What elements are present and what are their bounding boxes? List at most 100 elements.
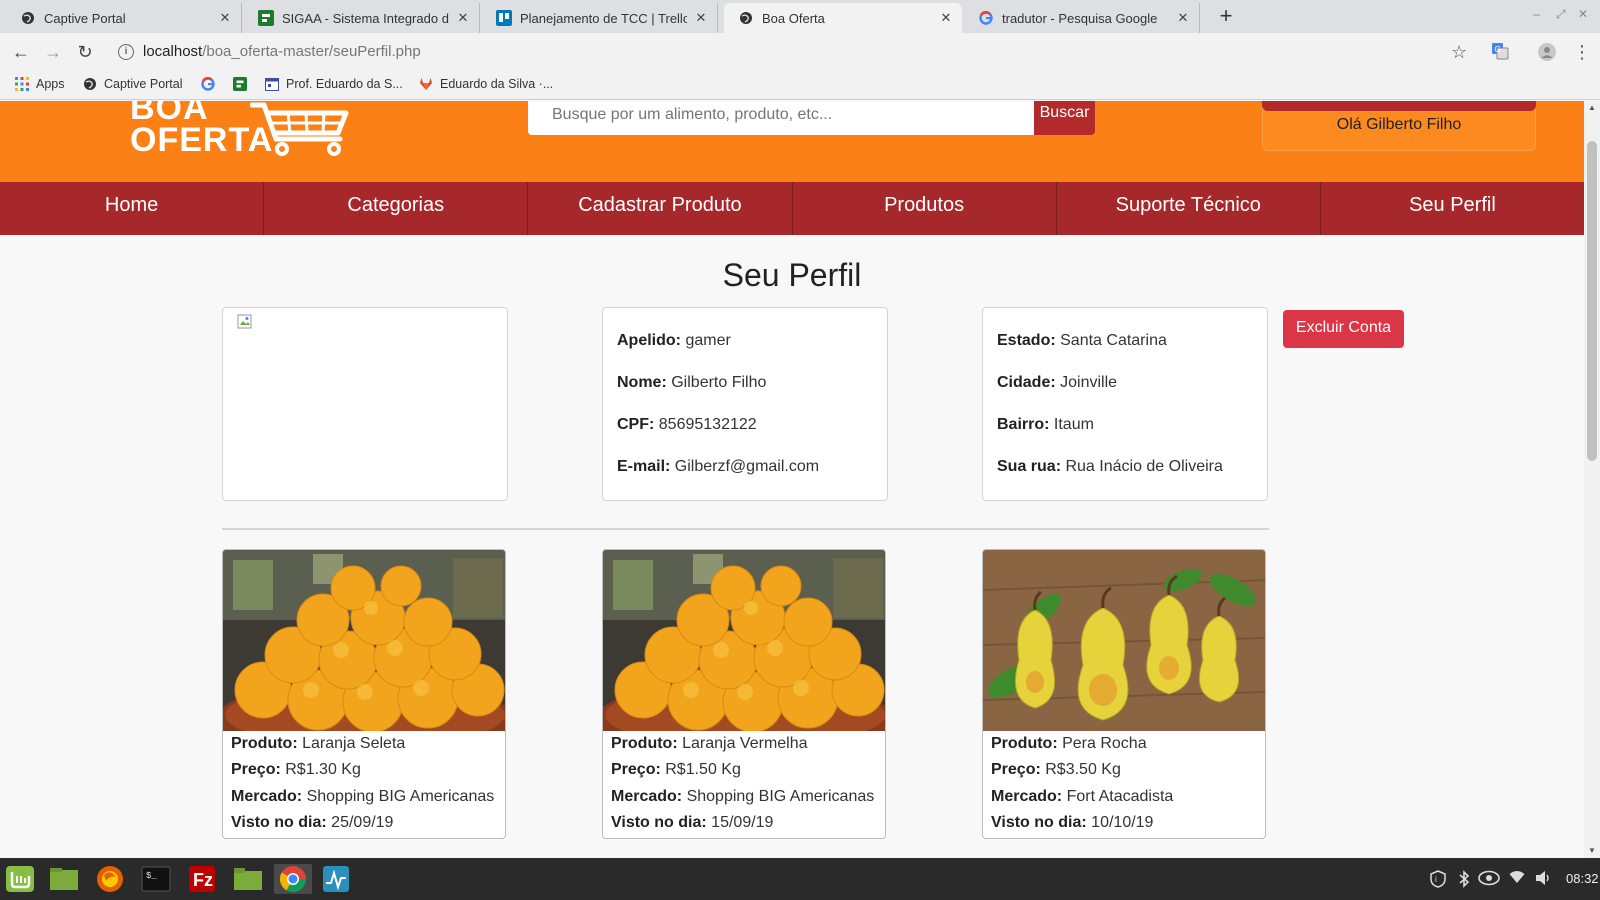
- svg-text:$_: $_: [146, 871, 157, 881]
- product-price-value: R$3.50 Kg: [1045, 761, 1121, 778]
- bookmark-google[interactable]: [200, 76, 222, 92]
- product-seen-date: Visto no dia: 15/09/19: [611, 814, 773, 832]
- product-card[interactable]: Produto: Laranja Seleta Preço: R$1.30 Kg…: [222, 549, 506, 839]
- tab-boa-oferta[interactable]: Boa Oferta ✕: [724, 3, 962, 33]
- translate-icon[interactable]: G: [1491, 42, 1509, 65]
- page-title: Seu Perfil: [722, 257, 862, 293]
- volume-icon[interactable]: [1535, 870, 1553, 889]
- bookmark-prof-eduardo[interactable]: Prof. Eduardo da S...: [264, 76, 403, 92]
- search-button[interactable]: Buscar: [1034, 101, 1095, 135]
- show-desktop-icon[interactable]: [48, 864, 80, 894]
- personal-info-card: Apelido: gamer Nome: Gilberto Filho CPF:…: [602, 307, 888, 501]
- tab-trello[interactable]: Planejamento de TCC | Trello ✕: [482, 3, 718, 33]
- info-label: CPF:: [617, 416, 655, 433]
- calendar-icon: [264, 76, 280, 92]
- close-icon[interactable]: ✕: [938, 10, 954, 26]
- menu-kebab-icon[interactable]: ⋮: [1573, 42, 1591, 63]
- wifi-icon[interactable]: [1509, 870, 1525, 887]
- tab-google[interactable]: tradutor - Pesquisa Google ✕: [964, 3, 1200, 33]
- bookmarks-bar: Apps Captive Portal Prof. Eduardo da S..…: [0, 70, 1600, 100]
- info-value: Rua Inácio de Oliveira: [1065, 458, 1223, 475]
- mint-menu-icon[interactable]: [4, 864, 36, 894]
- taskbar: $_ Fz i 08:32: [0, 858, 1600, 900]
- nav-item-seu-perfil[interactable]: Seu Perfil: [1321, 182, 1584, 235]
- product-name-label: Produto:: [231, 735, 298, 752]
- redshift-eye-icon[interactable]: [1478, 870, 1500, 889]
- bookmark-captive-portal[interactable]: Captive Portal: [82, 76, 183, 92]
- system-monitor-icon[interactable]: [320, 864, 352, 894]
- terminal-icon[interactable]: $_: [140, 864, 172, 894]
- nav-item-cadastrar-produto[interactable]: Cadastrar Produto: [528, 182, 793, 235]
- product-price-value: R$1.30 Kg: [285, 761, 361, 778]
- info-label: Nome:: [617, 374, 667, 391]
- minimize-icon[interactable]: –: [1533, 7, 1540, 21]
- bluetooth-icon[interactable]: [1458, 870, 1470, 891]
- product-seen-date: Visto no dia: 10/10/19: [991, 814, 1153, 832]
- scroll-down-icon[interactable]: ▼: [1588, 846, 1596, 855]
- info-value: Itaum: [1053, 416, 1094, 433]
- tab-captive-portal[interactable]: Captive Portal ✕: [6, 3, 242, 33]
- close-icon[interactable]: ✕: [217, 10, 233, 26]
- svg-text:i: i: [1435, 875, 1437, 884]
- firefox-icon[interactable]: [94, 864, 126, 894]
- product-market-label: Mercado:: [991, 788, 1063, 805]
- close-icon[interactable]: ✕: [1175, 10, 1191, 26]
- forward-icon[interactable]: →: [42, 41, 64, 63]
- info-value: 85695132122: [658, 416, 757, 433]
- page-scrollbar[interactable]: ▲ ▼: [1584, 101, 1600, 858]
- main-nav: Home Categorias Cadastrar Produto Produt…: [0, 182, 1584, 235]
- site-header: BOA OFERTA Busc: [0, 101, 1584, 182]
- product-image-oranges: [223, 550, 505, 731]
- product-seen-value: 15/09/19: [711, 814, 774, 831]
- info-label: Estado:: [997, 332, 1056, 349]
- back-icon[interactable]: ←: [10, 41, 32, 63]
- site-info-icon[interactable]: i: [118, 44, 134, 60]
- nav-item-produtos[interactable]: Produtos: [793, 182, 1057, 235]
- delete-account-button[interactable]: Excluir Conta: [1283, 310, 1404, 348]
- restore-icon[interactable]: ⤢: [1556, 7, 1566, 22]
- reload-icon[interactable]: ↻: [74, 41, 96, 63]
- info-label: E-mail:: [617, 458, 671, 475]
- product-card[interactable]: Produto: Pera Rocha Preço: R$3.50 Kg Mer…: [982, 549, 1266, 839]
- shield-icon[interactable]: i: [1430, 870, 1446, 891]
- page-viewport: BOA OFERTA Busc: [0, 101, 1584, 858]
- filezilla-icon[interactable]: Fz: [186, 864, 218, 894]
- nav-item-home[interactable]: Home: [0, 182, 265, 235]
- bookmark-eduardo-gitlab[interactable]: Eduardo da Silva ·...: [418, 76, 553, 92]
- chrome-icon[interactable]: [274, 864, 312, 894]
- boa-oferta-logo[interactable]: BOA OFERTA: [130, 101, 360, 161]
- product-seen-date: Visto no dia: 25/09/19: [231, 814, 393, 832]
- files-icon[interactable]: [232, 864, 264, 894]
- tab-label: Planejamento de TCC | Trello: [520, 10, 687, 26]
- info-label: Cidade:: [997, 374, 1056, 391]
- globe-icon: [20, 10, 36, 26]
- info-cidade: Cidade: Joinville: [997, 374, 1117, 392]
- close-icon[interactable]: ✕: [693, 10, 709, 26]
- info-value: Gilberzf@gmail.com: [674, 458, 820, 475]
- tab-sigaa[interactable]: SIGAA - Sistema Integrado de G ✕: [244, 3, 480, 33]
- sigaa-icon: [258, 10, 274, 26]
- scroll-up-icon[interactable]: ▲: [1588, 103, 1596, 112]
- bookmark-star-icon[interactable]: ☆: [1451, 42, 1467, 63]
- search-input[interactable]: [528, 101, 1034, 135]
- google-icon: [200, 76, 216, 92]
- scrollbar-thumb[interactable]: [1587, 141, 1597, 461]
- profile-icon[interactable]: [1537, 42, 1557, 67]
- nav-item-suporte-tecnico[interactable]: Suporte Técnico: [1057, 182, 1321, 235]
- close-icon[interactable]: ✕: [455, 10, 471, 26]
- bookmark-sigaa[interactable]: [232, 76, 254, 92]
- taskbar-clock[interactable]: 08:32: [1566, 871, 1599, 886]
- tab-label: Boa Oferta: [762, 10, 825, 26]
- svg-text:G: G: [1495, 45, 1501, 54]
- bookmark-label: Prof. Eduardo da S...: [286, 77, 403, 91]
- address-bar[interactable]: localhost/boa_oferta-master/seuPerfil.ph…: [143, 43, 421, 60]
- close-window-icon[interactable]: ✕: [1578, 7, 1588, 21]
- bookmark-apps[interactable]: Apps: [14, 76, 65, 92]
- logo-line-1: BOA: [130, 101, 209, 127]
- nav-item-categorias[interactable]: Categorias: [264, 182, 529, 235]
- bookmark-label: Apps: [36, 77, 65, 91]
- new-tab-button[interactable]: +: [1214, 5, 1238, 29]
- globe-icon: [82, 76, 98, 92]
- product-seen-label: Visto no dia:: [991, 814, 1087, 831]
- product-card[interactable]: Produto: Laranja Vermelha Preço: R$1.50 …: [602, 549, 886, 839]
